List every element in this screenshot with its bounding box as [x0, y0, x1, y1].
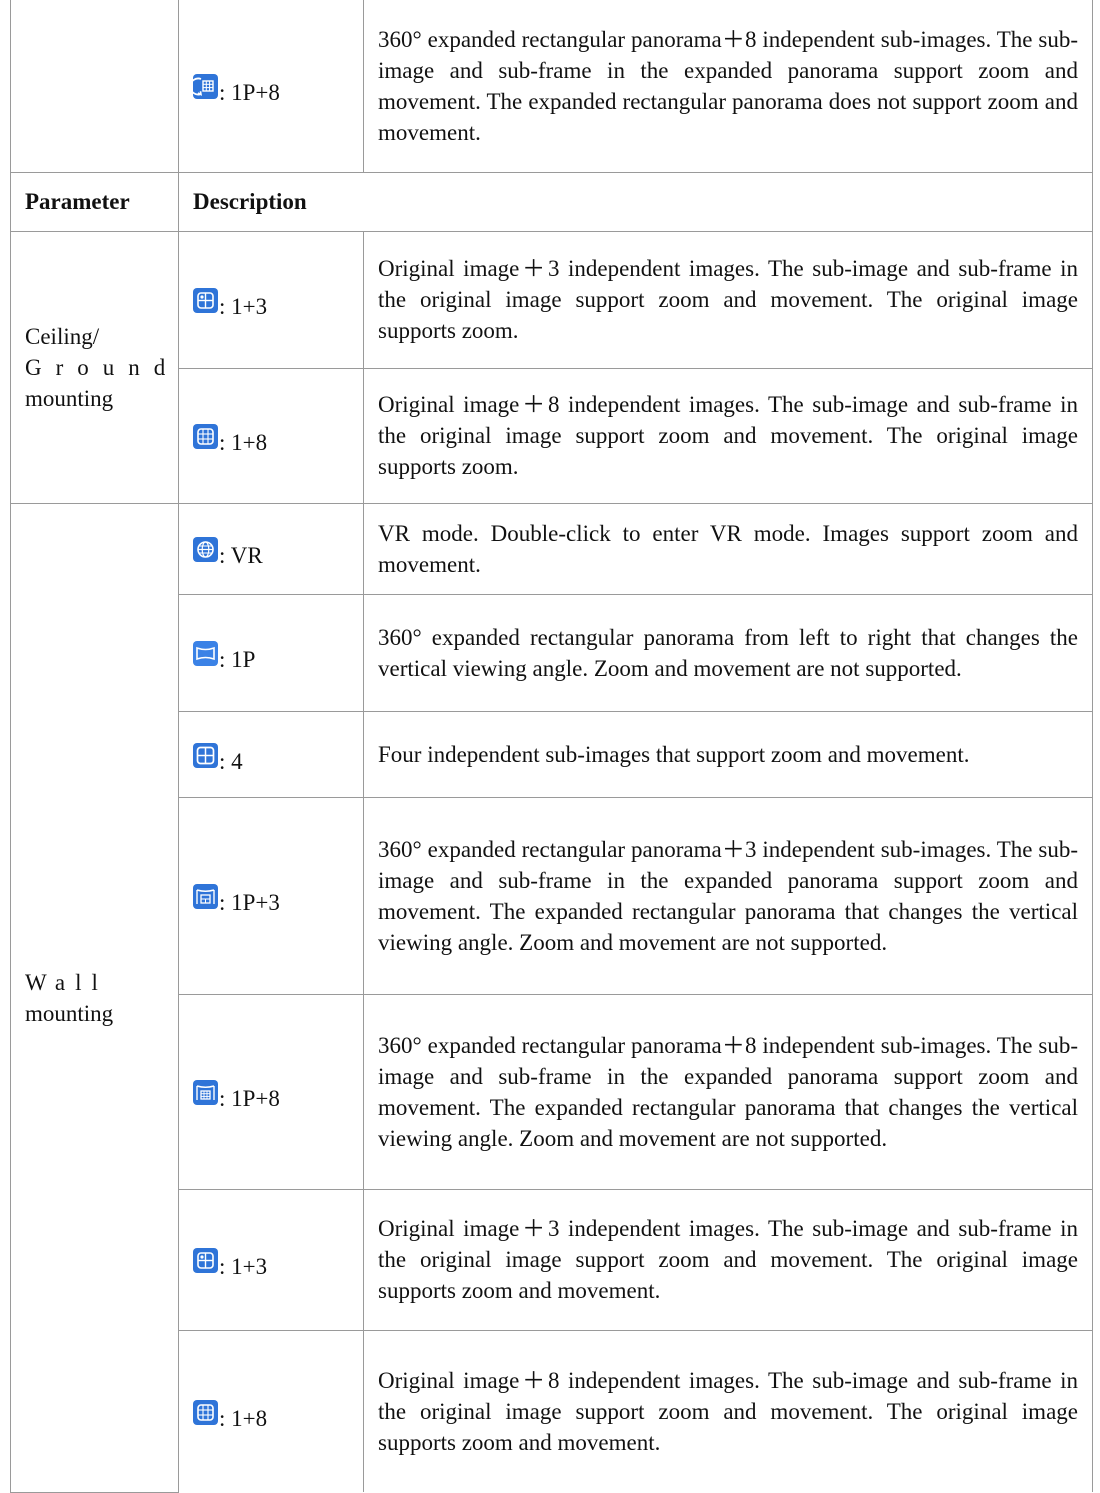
mode-label: : 1+8 — [219, 1405, 268, 1431]
table-header-row: Parameter Description — [10, 171, 1093, 232]
description-cell: Original image＋3 independent images. The… — [363, 1188, 1093, 1331]
param-line: Ground — [25, 354, 180, 380]
original-8-icon — [193, 1399, 218, 1425]
mode-label: : VR — [219, 543, 263, 569]
mode-label: : 4 — [219, 748, 243, 774]
mode-label: : 1+8 — [219, 430, 268, 456]
panorama-8-icon — [193, 74, 218, 100]
mode-label: : 1+3 — [219, 1254, 268, 1280]
description-cell: Original image＋8 independent images. The… — [363, 1329, 1093, 1492]
mode-cell: : 4 — [178, 710, 364, 798]
document-page: : 1P+8 360° expanded rectangular panoram… — [0, 0, 1100, 1493]
original-8-icon — [193, 424, 218, 450]
param-line: Ceiling/ — [25, 323, 100, 349]
param-line: Wall — [25, 969, 108, 995]
param-line: mounting — [25, 1000, 114, 1026]
mode-label: : 1P+8 — [219, 80, 280, 106]
param-cell-empty — [10, 0, 179, 173]
description-cell: Original image＋8 independent images. The… — [363, 367, 1093, 504]
mode-cell: : 1+8 — [178, 1329, 364, 1492]
mode-label: : 1P+8 — [219, 1086, 280, 1112]
table-row: : 1P+8 360° expanded rectangular panoram… — [10, 0, 1093, 173]
param-wall: Wall mounting — [10, 502, 179, 1493]
mode-label: : 1+3 — [219, 294, 268, 320]
mode-cell: : 1+3 — [178, 230, 364, 369]
description-cell: 360° expanded rectangular panorama from … — [363, 593, 1093, 712]
quad-split-icon — [193, 742, 218, 768]
table-row: Ceiling/ Ground mounting : 1+3 Original … — [10, 230, 1093, 504]
param-line: mounting — [25, 385, 114, 411]
display-mode-table: : 1P+8 360° expanded rectangular panoram… — [10, 0, 1093, 1493]
panorama-3-icon — [193, 884, 218, 910]
panorama-1p-icon — [193, 641, 218, 667]
mode-label: : 1P+3 — [219, 890, 280, 916]
description-cell: Four independent sub-images that support… — [363, 710, 1093, 798]
mode-cell: : 1P+3 — [178, 796, 364, 995]
description-cell: 360° expanded rectangular panorama＋8 ind… — [363, 0, 1093, 173]
header-parameter: Parameter — [10, 171, 179, 232]
description-cell: 360° expanded rectangular panorama＋3 ind… — [363, 796, 1093, 995]
original-3-icon — [193, 288, 218, 314]
mode-cell: : 1P+8 — [178, 0, 364, 173]
mode-cell: : 1P — [178, 593, 364, 712]
description-cell: VR mode. Double-click to enter VR mode. … — [363, 502, 1093, 595]
table-row: Wall mounting : VR VR mode. Double-click… — [10, 502, 1093, 1493]
mode-cell: : 1+8 — [178, 367, 364, 504]
description-cell: Original image＋3 independent images. The… — [363, 230, 1093, 369]
panorama-8-wall-icon — [193, 1080, 218, 1106]
original-3-icon — [193, 1248, 218, 1274]
vr-globe-icon — [193, 537, 218, 563]
mode-label: : 1P — [219, 647, 256, 673]
mode-cell: : 1+3 — [178, 1188, 364, 1331]
mode-cell: : 1P+8 — [178, 993, 364, 1190]
param-ceiling-ground: Ceiling/ Ground mounting — [10, 230, 180, 504]
mode-cell: : VR — [178, 502, 364, 595]
header-description: Description — [178, 171, 1093, 232]
description-cell: 360° expanded rectangular panorama＋8 ind… — [363, 993, 1093, 1190]
